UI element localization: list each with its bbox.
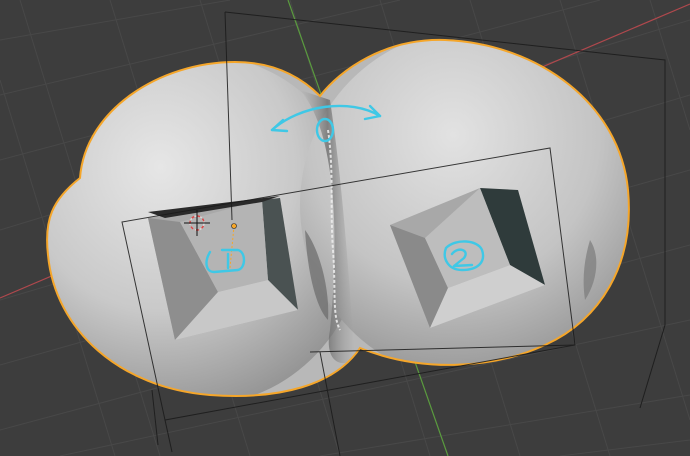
3d-viewport[interactable]: 0 1 2 (0, 0, 690, 456)
viewport-canvas[interactable]: 0 1 2 (0, 0, 690, 456)
